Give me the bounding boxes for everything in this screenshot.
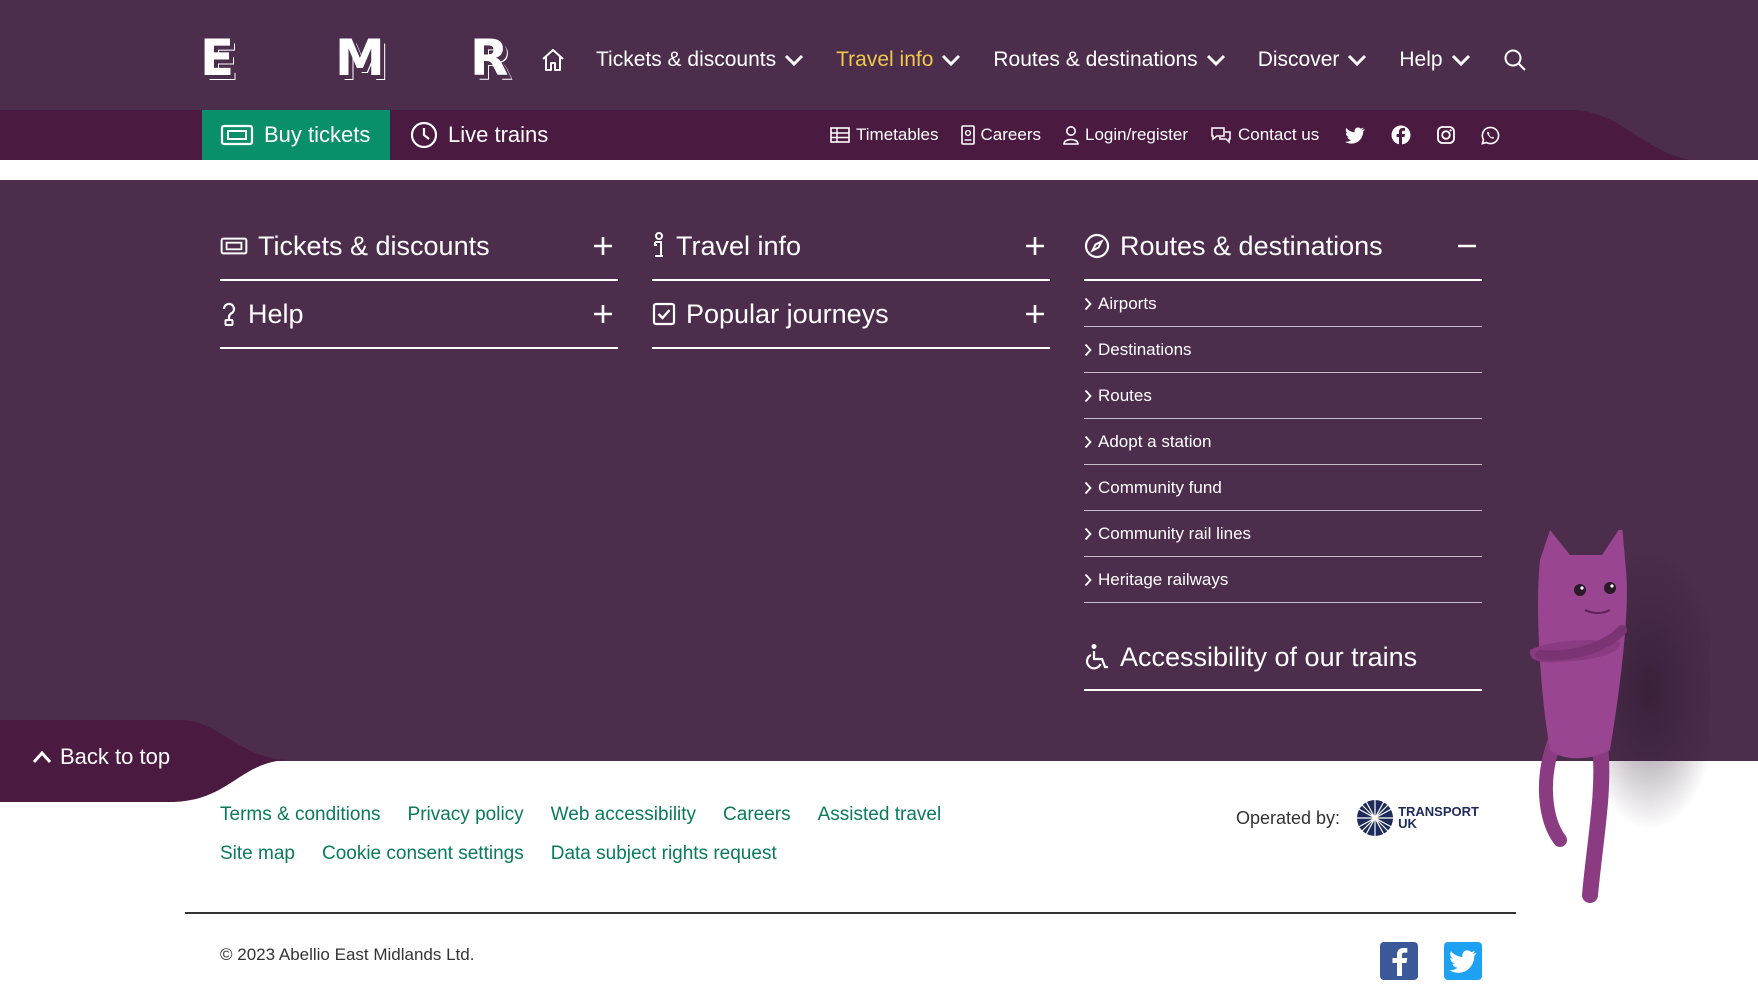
purple-cat-mascot — [1529, 530, 1710, 903]
contact-us-label: Contact us — [1238, 125, 1320, 144]
plus-icon — [594, 305, 612, 323]
list-item-label: Heritage railways — [1098, 569, 1229, 589]
footer-column-1: Tickets & discounts Help — [220, 213, 618, 349]
chevron-right-icon — [1084, 481, 1092, 494]
accordion-title: Routes & destinations — [1120, 230, 1383, 261]
chevron-right-icon — [1084, 389, 1092, 402]
chevron-up-icon — [32, 750, 52, 763]
twitter-icon[interactable] — [1444, 942, 1482, 980]
minus-icon — [1458, 244, 1476, 248]
chevron-right-icon — [1084, 343, 1092, 356]
list-item[interactable]: Community fund — [1084, 465, 1482, 511]
footer-social-links — [1380, 942, 1482, 980]
accordion-help[interactable]: Help — [220, 281, 618, 349]
info-icon — [654, 232, 663, 257]
operated-by-label: Operated by: — [1236, 807, 1341, 828]
instagram-icon[interactable] — [1437, 126, 1456, 144]
contact-us-link[interactable]: Contact us — [1210, 125, 1319, 145]
ticket-icon — [220, 124, 254, 146]
plus-icon — [594, 237, 612, 255]
footer-column-2: Travel info Popular journeys — [652, 213, 1050, 349]
cookie-settings-link[interactable]: Cookie consent settings — [322, 843, 524, 865]
careers-link[interactable]: Careers — [960, 125, 1041, 145]
transport-uk-logo[interactable]: TRANSPORT UK — [1356, 799, 1479, 837]
accessibility-label: Accessibility of our trains — [1120, 641, 1418, 672]
chevron-right-icon — [1084, 527, 1092, 540]
chevron-right-icon — [1084, 573, 1092, 586]
privacy-link[interactable]: Privacy policy — [408, 804, 524, 826]
footer-links: Terms & conditions Privacy policy Web ac… — [220, 804, 941, 882]
plus-icon — [1026, 237, 1044, 255]
timetables-label: Timetables — [856, 125, 939, 144]
accordion-title: Popular journeys — [686, 298, 889, 329]
web-accessibility-link[interactable]: Web accessibility — [551, 804, 696, 826]
live-trains-label: Live trains — [448, 122, 549, 147]
accessibility-link[interactable]: Accessibility of our trains — [1084, 625, 1482, 691]
copyright-text: © 2023 Abellio East Midlands Ltd. — [220, 945, 475, 964]
list-item[interactable]: Routes — [1084, 373, 1482, 419]
utility-nav: Timetables Careers Login/register Contac… — [830, 110, 1500, 160]
transport-uk-emblem-icon — [1357, 800, 1394, 836]
header-social-links — [1345, 125, 1500, 145]
operator-logo-line2: UK — [1398, 816, 1417, 831]
list-item[interactable]: Community rail lines — [1084, 511, 1482, 557]
careers-footer-link[interactable]: Careers — [723, 804, 791, 826]
checkbox-icon — [652, 302, 676, 326]
plus-icon — [1026, 305, 1044, 323]
ticket-icon — [220, 237, 248, 255]
accordion-title: Help — [248, 298, 304, 329]
accordion-routes-destinations[interactable]: Routes & destinations — [1084, 213, 1482, 281]
facebook-icon[interactable] — [1391, 125, 1411, 145]
list-item-label: Community rail lines — [1098, 523, 1252, 543]
accordion-title: Tickets & discounts — [258, 230, 490, 261]
accordion-popular-journeys[interactable]: Popular journeys — [652, 281, 1050, 349]
list-item-label: Destinations — [1098, 339, 1192, 359]
routes-sublist: Airports Destinations Routes Adopt a sta… — [1084, 281, 1482, 603]
chevron-right-icon — [1084, 435, 1092, 448]
compass-icon — [1084, 233, 1110, 259]
twitter-icon[interactable] — [1345, 126, 1366, 144]
wheelchair-icon — [1085, 644, 1108, 670]
table-icon — [830, 127, 850, 143]
site-map-link[interactable]: Site map — [220, 843, 295, 865]
accordion-tickets-discounts[interactable]: Tickets & discounts — [220, 213, 618, 281]
list-item-label: Community fund — [1098, 477, 1222, 497]
lightbulb-question-icon — [222, 302, 236, 326]
data-rights-link[interactable]: Data subject rights request — [551, 843, 777, 865]
assisted-travel-link[interactable]: Assisted travel — [818, 804, 942, 826]
list-item-label: Adopt a station — [1098, 431, 1212, 451]
buy-tickets-button[interactable]: Buy tickets — [202, 110, 390, 160]
accordion-travel-info[interactable]: Travel info — [652, 213, 1050, 281]
list-item[interactable]: Airports — [1084, 281, 1482, 327]
list-item[interactable]: Heritage railways — [1084, 557, 1482, 603]
accordion-title: Travel info — [676, 230, 802, 261]
back-to-top-button[interactable]: Back to top — [32, 744, 170, 770]
id-badge-icon — [960, 125, 975, 145]
list-item[interactable]: Destinations — [1084, 327, 1482, 373]
buy-tickets-label: Buy tickets — [264, 122, 371, 147]
live-trains-button[interactable]: Live trains — [410, 110, 548, 160]
footer-column-3: Routes & destinations Airports Destinati… — [1084, 213, 1482, 691]
white-divider-strip — [0, 160, 1758, 180]
login-register-label: Login/register — [1084, 125, 1188, 144]
whatsapp-icon[interactable] — [1481, 126, 1500, 145]
footer-divider — [185, 912, 1516, 914]
careers-label: Careers — [980, 125, 1041, 144]
facebook-icon[interactable] — [1380, 942, 1418, 980]
user-icon — [1063, 126, 1079, 145]
chevron-right-icon — [1084, 297, 1092, 310]
list-item[interactable]: Adopt a station — [1084, 419, 1482, 465]
timetables-link[interactable]: Timetables — [830, 125, 939, 145]
list-item-label: Airports — [1098, 293, 1157, 313]
terms-link[interactable]: Terms & conditions — [220, 804, 381, 826]
back-to-top-label: Back to top — [60, 744, 171, 769]
operated-by: Operated by: TRANSPORT UK — [1236, 799, 1479, 837]
footer-menu-area: Tickets & discounts Help Travel info Pop… — [0, 180, 1758, 761]
list-item-label: Routes — [1098, 385, 1152, 405]
chat-bubbles-icon — [1211, 127, 1231, 144]
clock-icon — [410, 121, 438, 149]
login-register-link[interactable]: Login/register — [1063, 125, 1188, 145]
